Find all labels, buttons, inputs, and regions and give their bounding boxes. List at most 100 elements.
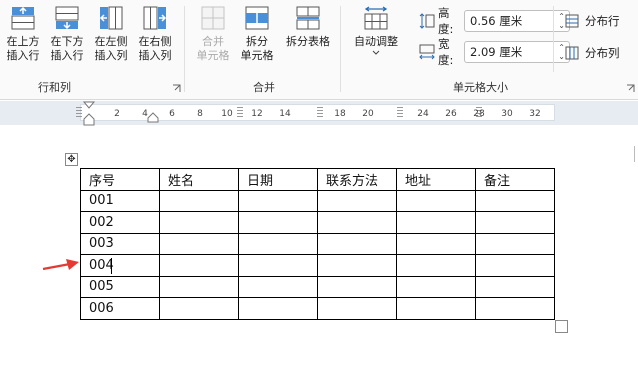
- table-cell[interactable]: [317, 211, 397, 234]
- col-width-input[interactable]: 2.09 厘米 ⌃ ⌄: [464, 41, 570, 63]
- table-cell[interactable]: [475, 297, 555, 320]
- distribute-rows-label: 分布行: [585, 14, 620, 28]
- table-cell[interactable]: [238, 275, 318, 298]
- table-cell[interactable]: [317, 232, 397, 255]
- table-row: 004: [80, 254, 555, 277]
- col-width-control: 宽度: 2.09 厘米 ⌃ ⌄: [418, 37, 570, 67]
- split-table-button[interactable]: 拆分表格: [280, 4, 336, 49]
- table-cell[interactable]: 006: [80, 297, 160, 320]
- autofit-label: 自动调整: [354, 35, 398, 48]
- height-label: 高度:: [438, 6, 454, 36]
- autofit-button[interactable]: 自动调整: [348, 4, 404, 56]
- ruler-tick-label: 26: [445, 109, 457, 119]
- insert-col-right-label: 在右侧 插入列: [138, 35, 172, 62]
- table-cell[interactable]: [396, 232, 476, 255]
- table-header-row: 序号 姓名 日期 联系方法 地址 备注: [80, 168, 555, 191]
- table-cell[interactable]: [238, 211, 318, 234]
- ruler-tick-label: 10: [221, 109, 233, 119]
- annotation-arrow-icon: [42, 259, 79, 271]
- table-cell[interactable]: [238, 189, 318, 212]
- hanging-indent-marker-icon[interactable]: [146, 110, 160, 124]
- ruler-tick-label: 20: [362, 109, 374, 119]
- data-table: 序号 姓名 日期 联系方法 地址 备注 001 002 003 004 005 …: [80, 168, 555, 320]
- table-cell[interactable]: 001: [80, 189, 160, 212]
- table-cell[interactable]: 002: [80, 211, 160, 234]
- table-cell[interactable]: 005: [80, 275, 160, 298]
- table-cell[interactable]: [238, 232, 318, 255]
- table-cell[interactable]: [317, 254, 397, 277]
- ruler-tick-label: 6: [169, 109, 175, 119]
- insert-row-below-button[interactable]: 在下方 插入行: [46, 4, 88, 63]
- table-cell[interactable]: [396, 297, 476, 320]
- table-cell[interactable]: [238, 297, 318, 320]
- header-cell[interactable]: 序号: [80, 168, 160, 191]
- page-margin-marker: [634, 146, 635, 162]
- table-cell[interactable]: [475, 211, 555, 234]
- table-cell[interactable]: [396, 211, 476, 234]
- header-cell[interactable]: 备注: [475, 168, 555, 191]
- table-row: 005: [80, 275, 555, 298]
- insert-row-above-label: 在上方 插入行: [6, 35, 40, 62]
- table-cell[interactable]: [317, 297, 397, 320]
- distribute-rows-button[interactable]: 分布行: [565, 13, 620, 29]
- table-cell[interactable]: [475, 254, 555, 277]
- split-cells-button[interactable]: 拆分 单元格: [236, 4, 278, 63]
- table-cell[interactable]: [475, 232, 555, 255]
- table-row: 001: [80, 189, 555, 212]
- table-cell[interactable]: [475, 189, 555, 212]
- table-cell[interactable]: [396, 189, 476, 212]
- header-cell[interactable]: 姓名: [159, 168, 239, 191]
- width-label: 宽度:: [438, 37, 454, 67]
- table-row: 002: [80, 211, 555, 234]
- table-cell[interactable]: [317, 275, 397, 298]
- dialog-launcher-icon[interactable]: [626, 84, 635, 93]
- insert-col-left-label: 在左侧 插入列: [94, 35, 128, 62]
- insert-col-left-button[interactable]: 在左侧 插入列: [90, 4, 132, 63]
- table-cell[interactable]: [396, 275, 476, 298]
- ruler-tick-label: 14: [279, 109, 291, 119]
- table-cell[interactable]: [159, 211, 239, 234]
- merge-cells-button[interactable]: 合并 单元格: [192, 4, 234, 63]
- ruler-tick-label: 24: [417, 109, 429, 119]
- row-height-input[interactable]: 0.56 厘米 ⌃ ⌄: [464, 10, 570, 32]
- insert-col-right-icon: [143, 6, 167, 30]
- table-cell[interactable]: 004: [80, 254, 160, 277]
- spin-arrows-icon[interactable]: ⌃ ⌄: [558, 12, 565, 30]
- table-cell[interactable]: [159, 189, 239, 212]
- ruler-tick-label: 2: [114, 109, 120, 119]
- distribute-cols-button[interactable]: 分布列: [565, 45, 620, 61]
- col-width-value: 2.09 厘米: [470, 45, 523, 59]
- indent-marker-icon[interactable]: [82, 101, 96, 127]
- row-height-control: 高度: 0.56 厘米 ⌃ ⌄: [418, 6, 570, 36]
- table-cell[interactable]: 003: [80, 232, 160, 255]
- row-height-icon: [419, 13, 435, 29]
- table-cell[interactable]: [238, 254, 318, 277]
- ruler-tick-label: 8: [197, 109, 203, 119]
- header-cell[interactable]: 联系方法: [317, 168, 397, 191]
- group-label-merge: 合并: [253, 81, 275, 94]
- row-height-value: 0.56 厘米: [470, 14, 523, 28]
- insert-row-above-button[interactable]: 在上方 插入行: [2, 4, 44, 63]
- spin-arrows-icon[interactable]: ⌃ ⌄: [558, 43, 565, 61]
- table-cell[interactable]: [475, 275, 555, 298]
- ruler-column-marker[interactable]: [317, 107, 323, 118]
- autofit-icon: [364, 6, 388, 30]
- ruler-column-marker[interactable]: [397, 107, 403, 118]
- table-cell[interactable]: [396, 254, 476, 277]
- ruler-column-marker[interactable]: [237, 107, 243, 118]
- table-cell[interactable]: [317, 189, 397, 212]
- table-cell[interactable]: [159, 254, 239, 277]
- header-cell[interactable]: 地址: [396, 168, 476, 191]
- table-row: 006: [80, 297, 555, 320]
- table-cell[interactable]: [159, 275, 239, 298]
- dialog-launcher-icon[interactable]: [172, 84, 181, 93]
- table-resize-handle[interactable]: [555, 320, 568, 333]
- insert-col-right-button[interactable]: 在右侧 插入列: [134, 4, 176, 63]
- table-cell[interactable]: [159, 297, 239, 320]
- chevron-down-icon: [372, 50, 380, 55]
- header-cell[interactable]: 日期: [238, 168, 318, 191]
- group-separator: [184, 6, 185, 92]
- table-cell[interactable]: [159, 232, 239, 255]
- table-move-handle[interactable]: ✥: [65, 153, 78, 166]
- distribute-rows-icon: [565, 14, 579, 28]
